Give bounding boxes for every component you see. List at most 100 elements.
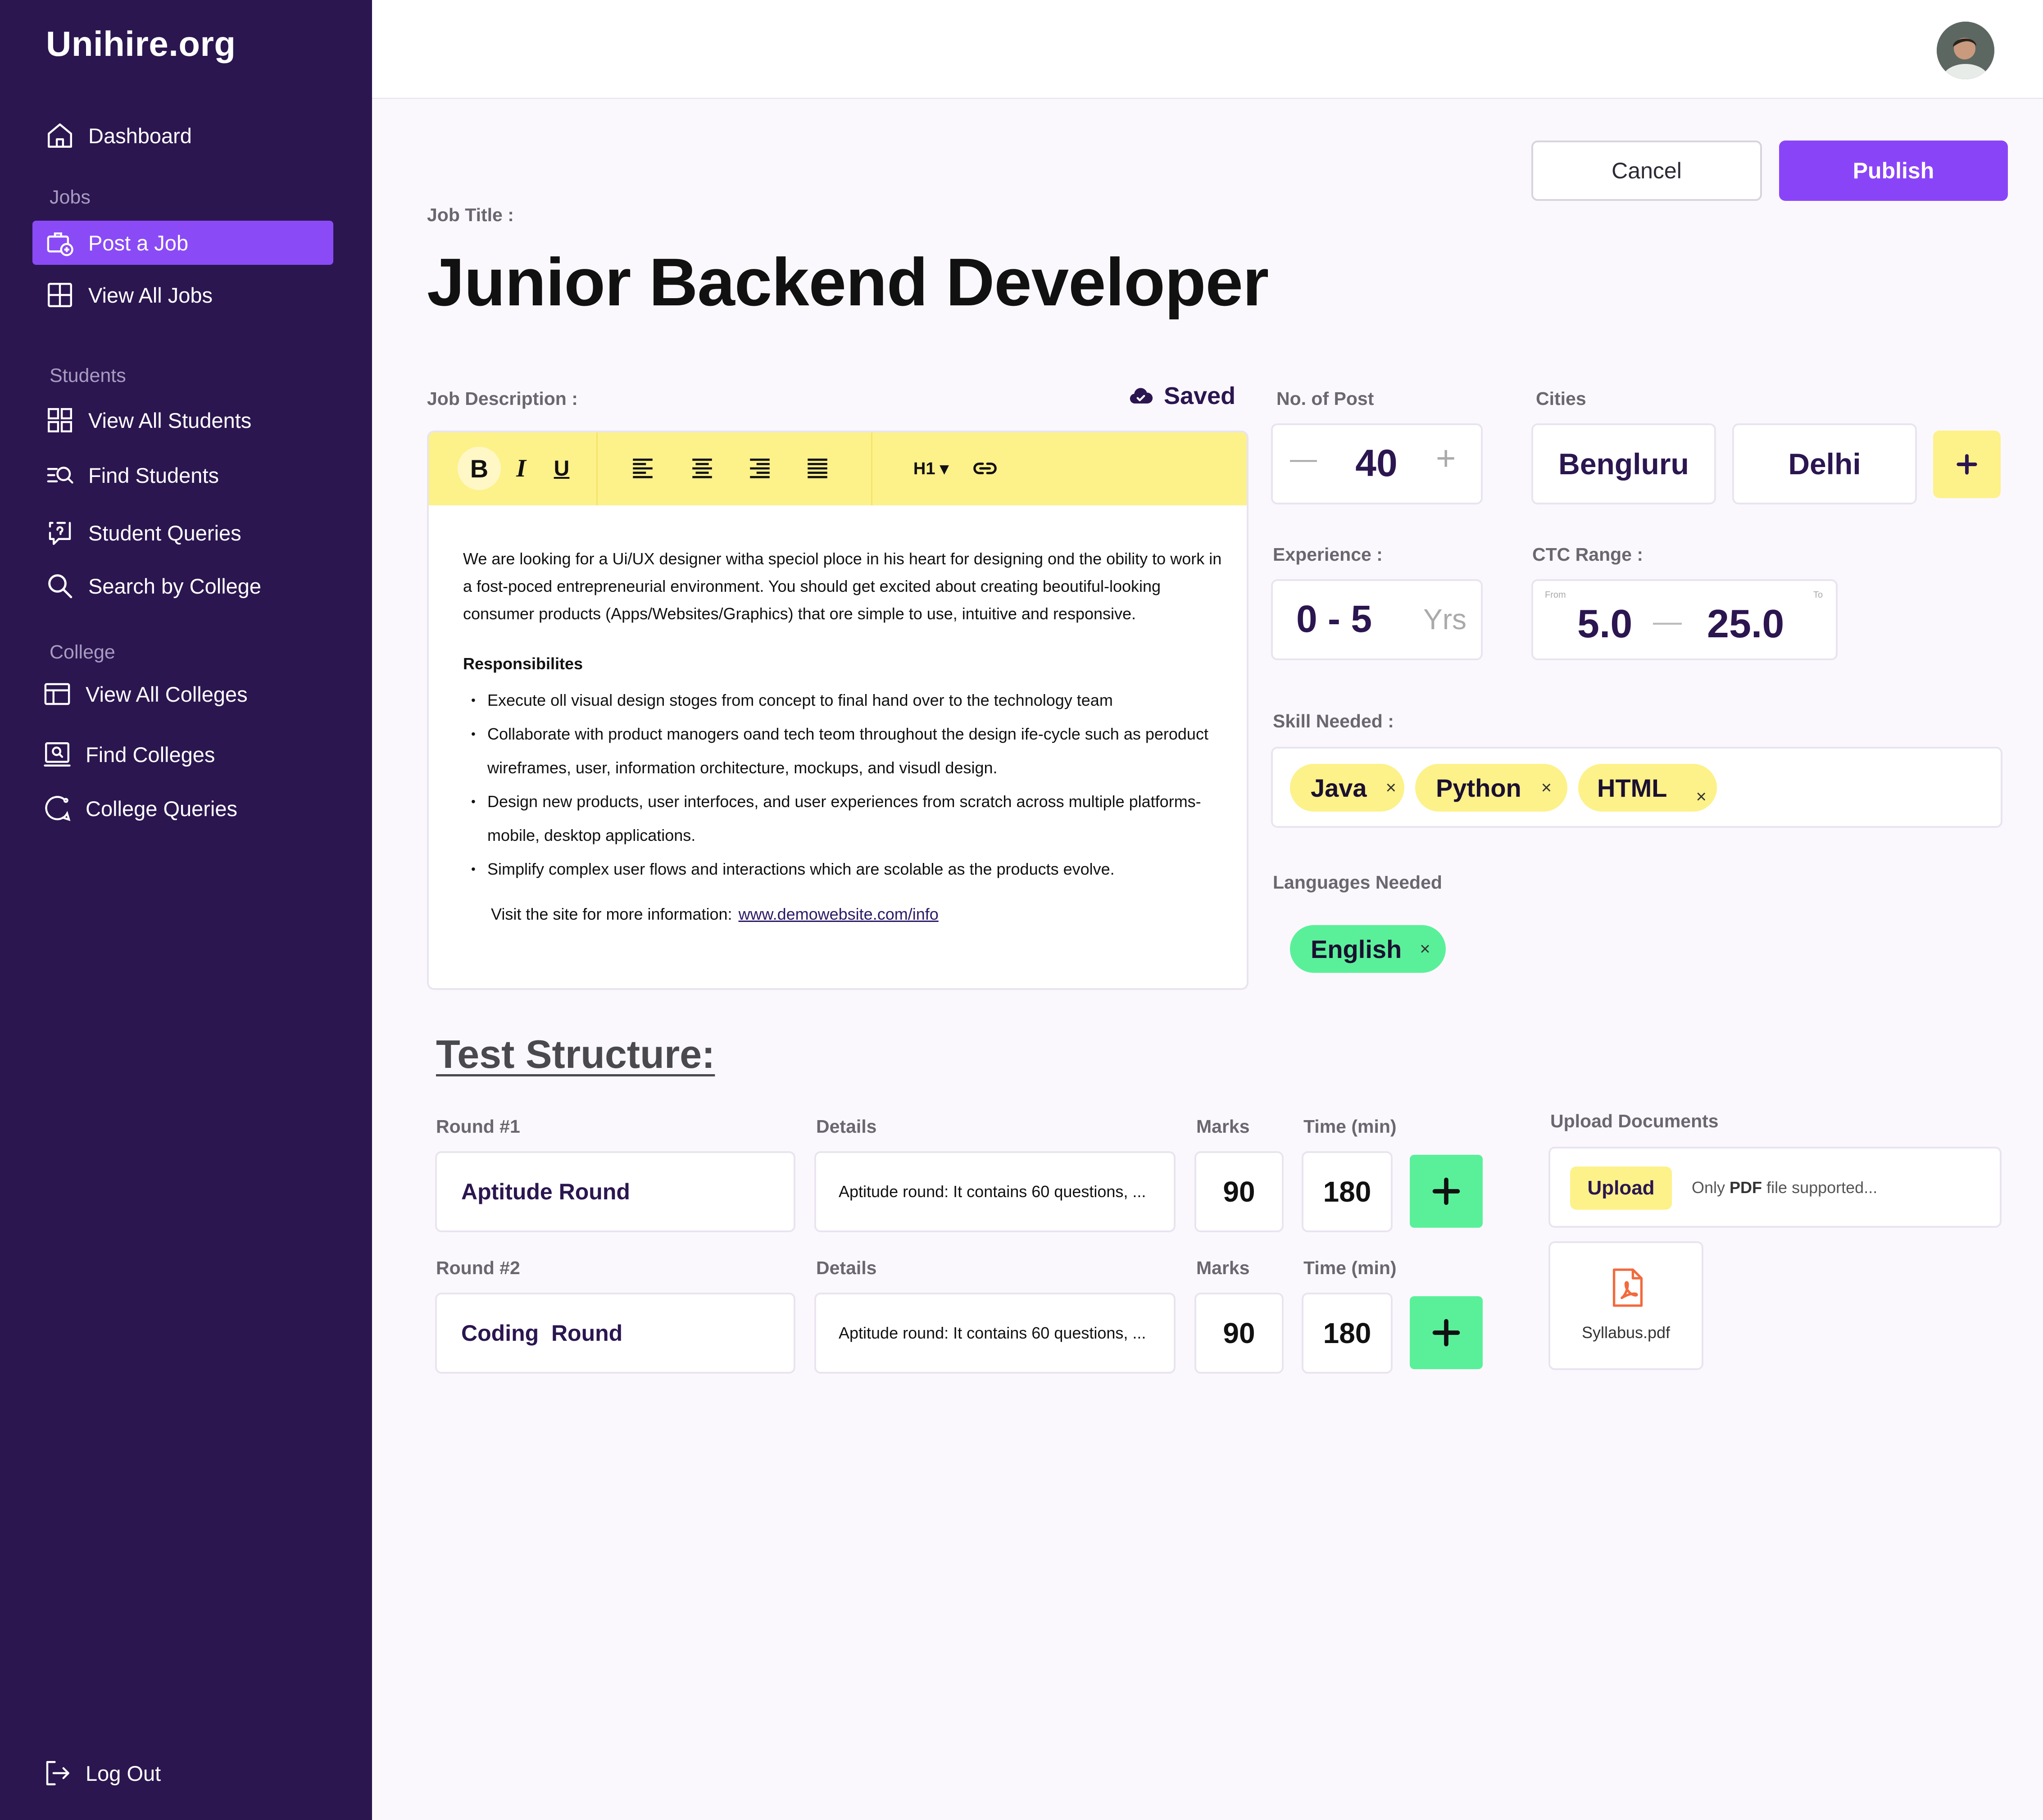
chat-bubble-icon — [41, 793, 73, 824]
uploaded-file-card[interactable]: Syllabus.pdf — [1548, 1241, 1703, 1370]
nav-section-students: Students — [50, 365, 126, 386]
responsibilities-title: Responsibilites — [463, 654, 583, 673]
cloud-check-icon — [1128, 383, 1154, 409]
sidebar-item-view-students[interactable]: View All Students — [32, 398, 333, 442]
round-details-field[interactable]: Aptitude round: It contains 60 questions… — [814, 1151, 1176, 1232]
marks-field[interactable]: 90 — [1194, 1151, 1284, 1232]
posts-stepper[interactable]: — 40 + — [1271, 423, 1483, 504]
round-details-field[interactable]: Aptitude round: It contains 60 questions… — [814, 1293, 1176, 1374]
sidebar-item-label: College Queries — [86, 796, 238, 821]
sidebar-item-label: View All Students — [88, 408, 252, 432]
screen-search-icon — [41, 739, 73, 770]
nav-section-college: College — [50, 641, 115, 663]
job-title-label: Job Title : — [427, 204, 514, 225]
logout-icon — [41, 1757, 73, 1789]
ctc-to-value[interactable]: 25.0 — [1707, 601, 1784, 647]
ctc-from-value[interactable]: 5.0 — [1577, 601, 1632, 647]
align-center-icon — [692, 458, 712, 478]
sidebar-item-find-colleges[interactable]: Find Colleges — [32, 732, 333, 776]
add-round-button[interactable] — [1410, 1296, 1483, 1369]
marks-field[interactable]: 90 — [1194, 1293, 1284, 1374]
align-left-button[interactable] — [622, 447, 663, 490]
publish-button[interactable]: Publish — [1779, 141, 2008, 201]
website-link[interactable]: www.demowebsite.com/info — [739, 905, 939, 923]
description-intro: We are looking for a Ui/UX designer with… — [463, 549, 1222, 623]
chip-label: English — [1311, 935, 1402, 963]
briefcase-add-icon — [44, 227, 76, 259]
align-justify-icon — [808, 458, 827, 478]
skills-label: Skill Needed : — [1273, 711, 1394, 731]
italic-button[interactable]: I — [501, 447, 541, 490]
align-justify-button[interactable] — [797, 447, 838, 490]
chip-label: Python — [1436, 773, 1521, 802]
chip-remove-icon[interactable]: × — [1420, 939, 1430, 959]
details-label: Details — [816, 1257, 877, 1278]
bold-button[interactable]: B — [458, 447, 501, 490]
experience-field[interactable]: 0 - 5 Yrs — [1271, 579, 1483, 660]
align-right-button[interactable] — [740, 447, 780, 490]
cities-label: Cities — [1536, 388, 1586, 409]
chip-remove-icon[interactable]: × — [1386, 778, 1396, 798]
sidebar-item-college-queries[interactable]: College Queries — [32, 786, 333, 831]
increment-button[interactable]: + — [1436, 439, 1456, 478]
link-icon — [973, 463, 997, 474]
sidebar-item-find-students[interactable]: Find Students — [32, 453, 333, 497]
editor-content[interactable]: We are looking for a Ui/UX designer with… — [463, 545, 1229, 924]
visit-text: Visit the site for more information: — [491, 905, 732, 923]
sidebar-item-view-jobs[interactable]: View All Jobs — [32, 273, 333, 317]
sidebar-item-label: Student Queries — [88, 521, 241, 545]
round-name-field[interactable]: Aptitude Round — [435, 1151, 795, 1232]
time-field[interactable]: 180 — [1302, 1151, 1393, 1232]
list-item: Design new products, user interfoces, an… — [463, 785, 1229, 852]
sidebar-item-post-job[interactable]: Post a Job — [32, 221, 333, 265]
align-right-icon — [750, 458, 770, 478]
sidebar-item-label: Find Students — [88, 463, 219, 487]
align-center-button[interactable] — [682, 447, 722, 490]
sidebar-item-search-college[interactable]: Search by College — [32, 564, 333, 608]
time-field[interactable]: 180 — [1302, 1293, 1393, 1374]
sidebar-item-student-queries[interactable]: Student Queries — [32, 511, 333, 555]
sidebar-item-dashboard[interactable]: Dashboard — [32, 113, 333, 158]
nav-section-jobs: Jobs — [50, 186, 91, 208]
city-chip[interactable]: Delhi — [1732, 423, 1917, 504]
ctc-label: CTC Range : — [1532, 544, 1643, 565]
sidebar-item-label: View All Jobs — [88, 283, 213, 307]
ctc-from-label: From — [1545, 590, 1566, 600]
upload-dropzone[interactable]: Upload Only PDF file supported... — [1548, 1147, 2002, 1228]
city-chip[interactable]: Bengluru — [1531, 423, 1716, 504]
sidebar-item-view-colleges[interactable]: View All Colleges — [32, 672, 333, 716]
upload-button[interactable]: Upload — [1570, 1166, 1672, 1210]
details-label: Details — [816, 1116, 877, 1137]
chip-remove-icon[interactable]: × — [1541, 778, 1552, 798]
chip-remove-icon[interactable]: × — [1696, 787, 1707, 807]
round-name-field[interactable]: Coding Round — [435, 1293, 795, 1374]
underline-button[interactable]: U — [541, 447, 582, 490]
job-title-input[interactable]: Junior Backend Developer — [427, 243, 1269, 321]
chip-label: HTML — [1597, 773, 1667, 802]
ctc-to-label: To — [1813, 590, 1823, 600]
ctc-range-field[interactable]: From To 5.0 — 25.0 — [1531, 579, 1838, 660]
plus-icon — [1957, 454, 1977, 475]
add-city-button[interactable] — [1933, 431, 2001, 498]
marks-label: Marks — [1196, 1116, 1250, 1137]
home-icon — [44, 120, 76, 151]
job-description-editor[interactable]: B I U H1 ▾ We are looking for a Ui/UX de… — [427, 431, 1248, 990]
logout-button[interactable]: Log Out — [32, 1751, 333, 1795]
responsibilities-list: Execute oll visual design stoges from co… — [463, 683, 1229, 886]
user-avatar[interactable] — [1937, 22, 1994, 79]
skill-chip: Python × — [1415, 764, 1567, 812]
round-details: Aptitude round: It contains 60 questions… — [839, 1324, 1146, 1342]
add-round-button[interactable] — [1410, 1155, 1483, 1228]
experience-unit: Yrs — [1423, 603, 1466, 635]
brand-logo: Unihire.org — [46, 24, 236, 64]
top-header — [372, 0, 2043, 99]
heading-dropdown[interactable]: H1 ▾ — [906, 447, 956, 490]
decrement-button[interactable]: — — [1290, 443, 1317, 474]
logout-label: Log Out — [86, 1761, 161, 1785]
round-details: Aptitude round: It contains 60 questions… — [839, 1182, 1146, 1201]
editor-toolbar: B I U H1 ▾ — [429, 432, 1247, 505]
cancel-button[interactable]: Cancel — [1531, 141, 1762, 201]
experience-label: Experience : — [1273, 544, 1383, 565]
link-button[interactable] — [965, 447, 1005, 490]
posts-value[interactable]: 40 — [1349, 441, 1403, 485]
